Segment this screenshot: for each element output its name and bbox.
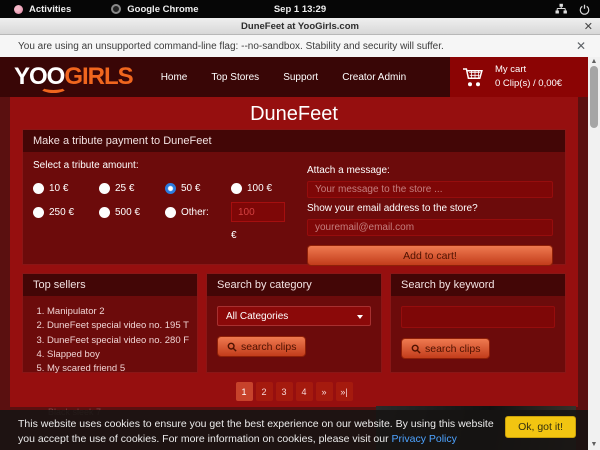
message-input[interactable] [307, 181, 553, 198]
infobar-close-icon[interactable]: ✕ [576, 39, 586, 53]
top-seller-item[interactable]: My scared friend 5 [47, 362, 197, 376]
my-cart-button[interactable]: My cart 0 Clip(s) / 0,00€ [450, 57, 588, 97]
search-keyword-header: Search by keyword [391, 274, 565, 296]
email-label: Show your email address to the store? [307, 203, 553, 214]
email-input[interactable] [307, 219, 553, 236]
main-nav: Home Top Stores Support Creator Admin [161, 72, 406, 83]
search-category-panel: Search by category All Categories [206, 273, 382, 373]
clock[interactable]: Sep 1 13:29 [0, 4, 600, 15]
screen: Activities Google Chrome Sep 1 13:29 Dun… [0, 0, 600, 450]
pagination: 1 2 3 4 » »| [10, 382, 578, 401]
keyword-input[interactable] [401, 306, 555, 328]
window-titlebar: DuneFeet at YooGirls.com ✕ [0, 18, 600, 35]
cart-icon [462, 66, 486, 88]
top-seller-item[interactable]: DuneFeet special video no. 280 F [47, 334, 197, 348]
other-amount-input[interactable] [231, 202, 285, 222]
category-select[interactable]: All Categories [217, 306, 371, 326]
infobar-message: You are using an unsupported command-lin… [18, 41, 444, 52]
search-button-label: search clips [241, 341, 296, 353]
search-clips-keyword-button[interactable]: search clips [401, 338, 490, 359]
page-button-4[interactable]: 4 [296, 382, 313, 401]
window-title: DuneFeet at YooGirls.com [241, 21, 359, 32]
nav-item-home[interactable]: Home [161, 72, 188, 83]
privacy-policy-link[interactable]: Privacy Policy [392, 433, 457, 445]
cart-label: My cart [495, 63, 562, 77]
lower-panels: Top sellers Manipulator 2 DuneFeet speci… [22, 273, 566, 373]
amount-label: 50 € [181, 183, 200, 194]
search-icon [227, 342, 237, 352]
system-top-bar: Activities Google Chrome Sep 1 13:29 [0, 0, 600, 18]
amount-radio-50[interactable]: 50 € [165, 183, 231, 194]
site-logo[interactable]: YOOGIRLS [14, 65, 133, 89]
search-category-header: Search by category [207, 274, 381, 296]
chevron-down-icon [357, 315, 363, 319]
amount-label: 25 € [115, 183, 134, 194]
amount-label: 10 € [49, 183, 68, 194]
top-seller-item[interactable]: Manipulator 2 [47, 305, 197, 319]
nav-item-top-stores[interactable]: Top Stores [211, 72, 259, 83]
radio-icon[interactable] [33, 183, 44, 194]
amount-radio-500[interactable]: 500 € [99, 202, 165, 222]
radio-icon[interactable] [99, 207, 110, 218]
amount-options: 10 € 25 € 50 € 100 € 250 € 500 € Other: … [33, 183, 295, 241]
amount-label: Other: [181, 207, 209, 218]
logo-text-girls: GIRLS [64, 63, 132, 90]
vertical-scrollbar[interactable]: ▲ ▼ [588, 57, 600, 450]
radio-icon[interactable] [99, 183, 110, 194]
page-button-next[interactable]: » [316, 382, 333, 401]
site-header: YOOGIRLS Home Top Stores Support Creator… [0, 57, 588, 97]
network-icon[interactable] [555, 3, 567, 15]
web-page: YOOGIRLS Home Top Stores Support Creator… [0, 57, 588, 450]
amount-label: 100 € [247, 183, 272, 194]
tribute-panel: Make a tribute payment to DuneFeet Selec… [22, 129, 566, 265]
radio-selected-icon[interactable] [165, 183, 176, 194]
page-title: DuneFeet [10, 97, 578, 129]
top-sellers-list: Manipulator 2 DuneFeet special video no.… [47, 305, 197, 376]
amount-radio-other[interactable]: Other: [165, 202, 231, 222]
tribute-amount-label: Select a tribute amount: [33, 160, 295, 171]
cookie-accept-button[interactable]: Ok, got it! [505, 416, 576, 438]
add-to-cart-button[interactable]: Add to cart! [307, 245, 553, 266]
radio-icon[interactable] [165, 207, 176, 218]
search-keyword-panel: Search by keyword search clips [390, 273, 566, 373]
message-label: Attach a message: [307, 165, 553, 176]
search-button-label: search clips [425, 343, 480, 355]
power-icon[interactable] [579, 4, 590, 15]
chrome-infobar: You are using an unsupported command-lin… [0, 35, 600, 57]
cart-summary: 0 Clip(s) / 0,00€ [495, 77, 562, 91]
browser-viewport: YOOGIRLS Home Top Stores Support Creator… [0, 57, 600, 450]
category-selected-value: All Categories [226, 311, 288, 322]
main-content: DuneFeet Make a tribute payment to DuneF… [10, 97, 578, 407]
amount-radio-250[interactable]: 250 € [33, 202, 99, 222]
page-button-3[interactable]: 3 [276, 382, 293, 401]
nav-item-creator-admin[interactable]: Creator Admin [342, 72, 406, 83]
page-button-last[interactable]: »| [336, 382, 353, 401]
page-button-2[interactable]: 2 [256, 382, 273, 401]
radio-icon[interactable] [33, 207, 44, 218]
amount-label: 500 € [115, 207, 140, 218]
search-icon [411, 344, 421, 354]
scrollbar-thumb[interactable] [590, 66, 598, 128]
radio-icon[interactable] [231, 183, 242, 194]
nav-item-support[interactable]: Support [283, 72, 318, 83]
page-button-1[interactable]: 1 [236, 382, 253, 401]
cookie-consent-bar: This website uses cookies to ensure you … [0, 410, 588, 450]
top-seller-item[interactable]: DuneFeet special video no. 195 T [47, 319, 197, 333]
amount-radio-100[interactable]: 100 € [231, 183, 295, 194]
top-seller-item[interactable]: Slapped boy [47, 348, 197, 362]
amount-radio-25[interactable]: 25 € [99, 183, 165, 194]
amount-label: 250 € [49, 207, 74, 218]
scroll-down-icon[interactable]: ▼ [588, 440, 600, 450]
amount-radio-10[interactable]: 10 € [33, 183, 99, 194]
top-sellers-panel: Top sellers Manipulator 2 DuneFeet speci… [22, 273, 198, 373]
tribute-panel-header: Make a tribute payment to DuneFeet [23, 130, 565, 152]
logo-smile-icon [40, 82, 67, 93]
search-clips-category-button[interactable]: search clips [217, 336, 306, 357]
top-sellers-header: Top sellers [23, 274, 197, 296]
currency-symbol: € [231, 230, 295, 241]
window-close-icon[interactable]: ✕ [584, 20, 593, 33]
